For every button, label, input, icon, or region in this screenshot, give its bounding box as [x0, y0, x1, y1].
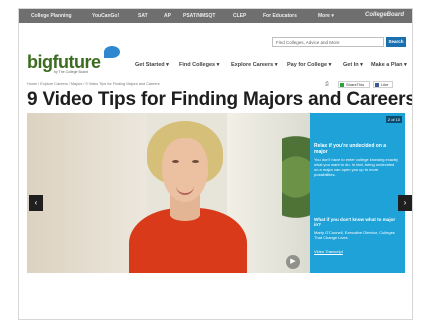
- video-transcript-link[interactable]: Video Transcript: [314, 249, 398, 254]
- breadcrumb[interactable]: Home / Explore Careers / Majors / 9 Vide…: [27, 82, 160, 87]
- brand-subtitle: by The College Board: [54, 70, 88, 74]
- slide-question: What if you don't know what to major in?: [314, 217, 396, 227]
- share-button[interactable]: ShareThis: [338, 81, 370, 88]
- menu-make-a-plan[interactable]: Make a Plan ▾: [371, 61, 407, 69]
- speaker-collar: [170, 209, 200, 221]
- menu-pay-for-college[interactable]: Pay for College ▾: [287, 61, 331, 69]
- collegeboard-logo[interactable]: CollegeBoard: [365, 10, 404, 21]
- topnav-college-planning[interactable]: College Planning: [31, 12, 72, 20]
- browser-frame: College Planning YouCanGo! SAT AP PSAT/N…: [18, 8, 413, 320]
- topnav-clep[interactable]: CLEP: [233, 12, 246, 20]
- menu-find-colleges[interactable]: Find Colleges ▾: [179, 61, 219, 69]
- menu-get-started[interactable]: Get Started ▾: [135, 61, 169, 69]
- speaker-right-eye: [192, 160, 199, 163]
- topnav-youcango[interactable]: YouCanGo!: [92, 12, 119, 20]
- play-icon[interactable]: ▶: [286, 255, 300, 269]
- like-label: Like: [381, 82, 389, 87]
- slide-counter: 2 of 10: [386, 116, 402, 123]
- share-icon: [340, 83, 344, 87]
- search-button[interactable]: Search: [386, 37, 406, 47]
- topnav-for-educators[interactable]: For Educators: [263, 12, 297, 20]
- top-navigation-bar: College Planning YouCanGo! SAT AP PSAT/N…: [19, 9, 412, 23]
- menu-get-in[interactable]: Get In ▾: [343, 61, 363, 69]
- menu-explore-careers[interactable]: Explore Careers ▾: [231, 61, 277, 69]
- share-label: ShareThis: [346, 82, 365, 87]
- slide-caption-panel: 2 of 10 Relax if you're undecided on a m…: [310, 113, 405, 273]
- topnav-more[interactable]: More ▾: [318, 12, 334, 20]
- page-title: 9 Video Tips for Finding Majors and Care…: [27, 89, 413, 110]
- background-plant: [282, 133, 310, 243]
- slide-heading: Relax if you're undecided on a major: [314, 143, 387, 155]
- topnav-sat[interactable]: SAT: [138, 12, 148, 20]
- print-icon[interactable]: ⎙: [325, 81, 329, 87]
- bigfuture-logo-mark: [104, 46, 120, 58]
- facebook-icon: [375, 83, 379, 87]
- speaker-left-eye: [172, 160, 179, 163]
- slide-body: You don't have to enter college knowing …: [314, 157, 399, 177]
- topnav-ap[interactable]: AP: [164, 12, 171, 20]
- slide-attribution: Marty O'Connell, Executive Director, Col…: [314, 230, 395, 240]
- like-button[interactable]: Like: [373, 81, 393, 88]
- topnav-psat-nmsqt[interactable]: PSAT/NMSQT: [183, 12, 215, 20]
- chevron-right-icon[interactable]: ›: [398, 195, 412, 211]
- video-slideshow[interactable]: ▶ 2 of 10 Relax if you're undecided on a…: [27, 113, 405, 273]
- site-search-input[interactable]: Find Colleges, Advice and More: [272, 37, 384, 47]
- chevron-left-icon[interactable]: ‹: [29, 195, 43, 211]
- bigfuture-logo[interactable]: bigfuture: [27, 53, 101, 71]
